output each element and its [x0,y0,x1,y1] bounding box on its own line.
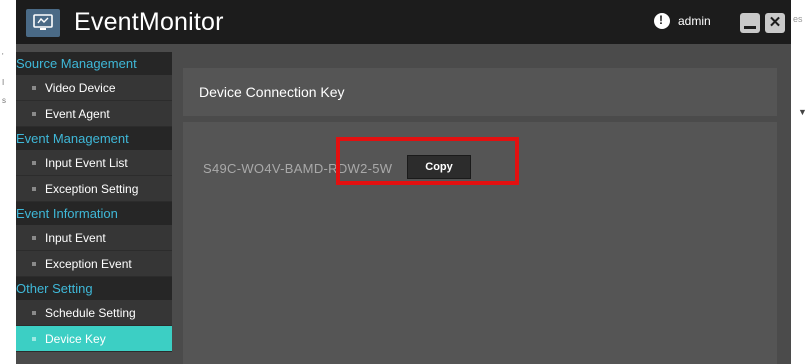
title-bar: EventMonitor admin ✕ [16,0,791,44]
app-title: EventMonitor [74,8,224,36]
bullet-icon [32,236,36,240]
sidebar-item-input-event[interactable]: Input Event [16,225,172,251]
bullet-icon [32,187,36,191]
sidebar-item-label: Video Device [45,81,116,95]
sidebar-item-label: Input Event [45,231,106,245]
minimize-button[interactable] [740,13,760,33]
close-icon: ✕ [768,14,782,31]
bullet-icon [32,311,36,315]
sidebar-item-label: Schedule Setting [45,306,136,320]
sidebar: Source Management Video Device Event Age… [16,52,172,352]
bullet-icon [32,337,36,341]
sidebar-section-source-management: Source Management [16,52,172,75]
close-button[interactable]: ✕ [765,13,785,33]
sidebar-item-exception-event[interactable]: Exception Event [16,251,172,277]
bullet-icon [32,161,36,165]
section-header-label: Event Information [16,206,118,221]
background-glyph: ' [2,52,4,61]
sidebar-item-schedule-setting[interactable]: Schedule Setting [16,300,172,326]
monitor-app-icon [26,9,60,37]
sidebar-item-event-agent[interactable]: Event Agent [16,101,172,127]
section-header-label: Other Setting [16,281,93,296]
sidebar-section-other-setting: Other Setting [16,277,172,300]
background-glyph: s [2,96,6,105]
sidebar-item-video-device[interactable]: Video Device [16,75,172,101]
section-header-label: Event Management [16,131,129,146]
bullet-icon [32,86,36,90]
sidebar-section-event-management: Event Management [16,127,172,150]
background-window-edge-left: ' I s [0,0,16,364]
bullet-icon [32,112,36,116]
main-content: Device Connection Key S49C-WO4V-BAMD-RDW… [183,68,777,364]
sidebar-item-label: Input Event List [45,156,128,170]
background-dropdown-caret-icon[interactable]: ▼ [798,107,807,117]
sidebar-item-label: Exception Event [45,257,132,271]
background-glyph: I [2,78,5,87]
sidebar-item-label: Exception Setting [45,182,139,196]
sidebar-item-label: Event Agent [45,107,110,121]
page-title: Device Connection Key [183,68,777,116]
sidebar-item-label: Device Key [45,332,106,346]
sidebar-section-event-information: Event Information [16,202,172,225]
username: admin [678,14,711,28]
sidebar-item-input-event-list[interactable]: Input Event List [16,150,172,176]
user-menu[interactable]: admin [654,13,711,29]
section-header-label: Source Management [16,56,137,71]
bullet-icon [32,262,36,266]
user-icon [654,13,670,29]
highlight-annotation-box [336,137,519,185]
sidebar-item-exception-setting[interactable]: Exception Setting [16,176,172,202]
background-window-edge-right: es ▼ [791,0,809,364]
background-text: es [793,14,803,24]
sidebar-item-device-key[interactable]: Device Key [16,326,172,352]
